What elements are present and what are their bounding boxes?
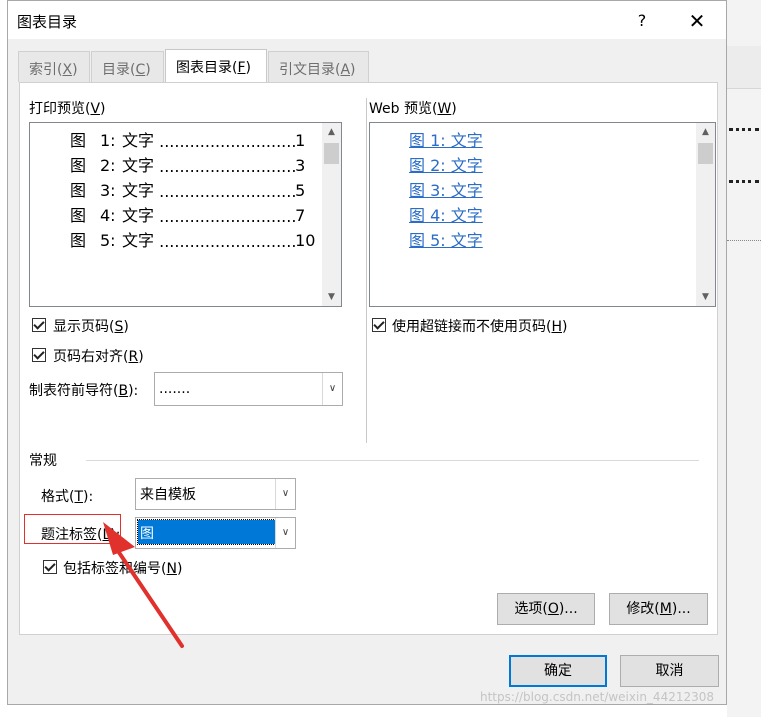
table-of-figures-dialog: 图表目录 ? ✕ 索引(X) 目录(C) 图表目录(F) 引文目录(A) 打印预… xyxy=(7,0,727,705)
annotation-highlight-box xyxy=(24,514,121,544)
web-preview-link: 图 4: 文字 xyxy=(409,206,483,225)
tab-index[interactable]: 索引(X) xyxy=(18,51,90,82)
scroll-up-icon[interactable]: ▲ xyxy=(322,123,341,141)
print-preview-label: 打印预览(V) xyxy=(29,101,106,117)
format-value: 来自模板 xyxy=(140,487,196,503)
show-page-numbers-checkbox[interactable] xyxy=(32,318,46,332)
tab-leader-value: ....... xyxy=(159,381,191,397)
web-preview-label: Web 预览(W) xyxy=(369,101,457,117)
document-rule xyxy=(727,240,761,241)
print-preview-entry: 图3:文字 ..................................… xyxy=(70,181,306,201)
chevron-down-icon[interactable]: ∨ xyxy=(275,518,295,548)
web-preview-link: 图 3: 文字 xyxy=(409,181,483,200)
print-preview-scrollbar[interactable]: ▲ ▼ xyxy=(322,123,341,306)
scroll-thumb[interactable] xyxy=(698,143,713,164)
modify-button[interactable]: 修改(M)... xyxy=(609,593,708,625)
options-button[interactable]: 选项(O)... xyxy=(497,593,595,625)
title-bar: 图表目录 ? ✕ xyxy=(8,1,726,39)
tab-leader-label: 制表符前导符(B): xyxy=(29,383,139,399)
scroll-thumb[interactable] xyxy=(324,143,339,164)
right-align-label: 页码右对齐(R) xyxy=(53,349,144,365)
general-heading: 常规 xyxy=(29,453,57,469)
use-hyperlinks-checkbox[interactable] xyxy=(372,318,386,332)
scroll-down-icon[interactable]: ▼ xyxy=(696,288,715,306)
help-button[interactable]: ? xyxy=(630,9,654,33)
print-preview-entry: 图4:文字 ..................................… xyxy=(70,206,306,226)
scroll-up-icon[interactable]: ▲ xyxy=(696,123,715,141)
include-label-label: 包括标签和编号(N) xyxy=(63,561,183,577)
tab-contents[interactable]: 目录(C) xyxy=(91,51,164,82)
web-preview-scrollbar[interactable]: ▲ ▼ xyxy=(696,123,715,306)
close-button[interactable]: ✕ xyxy=(684,9,710,33)
column-divider xyxy=(366,98,367,443)
include-label-checkbox[interactable] xyxy=(43,560,57,574)
web-preview-link: 图 5: 文字 xyxy=(409,231,483,250)
caption-label-select[interactable]: 图 ∨ xyxy=(135,517,296,549)
web-preview-box[interactable]: 图 1: 文字 图 2: 文字 图 3: 文字 图 4: 文字 图 5: 文字 … xyxy=(369,122,716,307)
print-preview-entry: 图1:文字 ..................................… xyxy=(70,131,306,151)
background-document xyxy=(727,0,761,717)
watermark: https://blog.csdn.net/weixin_44212308 xyxy=(480,690,715,704)
document-leader-dots xyxy=(729,180,759,183)
document-ribbon-strip xyxy=(727,46,761,89)
print-preview-entry: 图2:文字 ..................................… xyxy=(70,156,306,176)
tab-panel: 打印预览(V) 图 1: 文字 ..........................… xyxy=(19,82,718,635)
chevron-down-icon[interactable]: ∨ xyxy=(275,479,295,509)
cancel-button[interactable]: 取消 xyxy=(620,655,719,687)
tab-table-of-authorities[interactable]: 引文目录(A) xyxy=(268,51,369,82)
format-label: 格式(T): xyxy=(41,489,94,505)
scroll-down-icon[interactable]: ▼ xyxy=(322,288,341,306)
tab-leader-select[interactable]: ....... ∨ xyxy=(154,372,343,406)
print-preview-box[interactable]: 图1:文字 ..................................… xyxy=(29,122,342,307)
general-divider xyxy=(86,460,699,461)
right-align-checkbox[interactable] xyxy=(32,348,46,362)
web-preview-link: 图 1: 文字 xyxy=(409,131,483,150)
chevron-down-icon[interactable]: ∨ xyxy=(322,373,342,405)
caption-label-value: 图 xyxy=(137,519,276,545)
document-leader-dots xyxy=(729,128,759,131)
ok-button[interactable]: 确定 xyxy=(509,655,607,687)
use-hyperlinks-label: 使用超链接而不使用页码(H) xyxy=(392,319,568,335)
print-preview-entry: 图5:文字 ..................................… xyxy=(70,231,316,251)
dialog-title: 图表目录 xyxy=(17,13,78,31)
format-select[interactable]: 来自模板 ∨ xyxy=(135,478,296,510)
show-page-numbers-label: 显示页码(S) xyxy=(53,319,129,335)
web-preview-link: 图 2: 文字 xyxy=(409,156,483,175)
tab-table-of-figures[interactable]: 图表目录(F) xyxy=(165,49,267,82)
